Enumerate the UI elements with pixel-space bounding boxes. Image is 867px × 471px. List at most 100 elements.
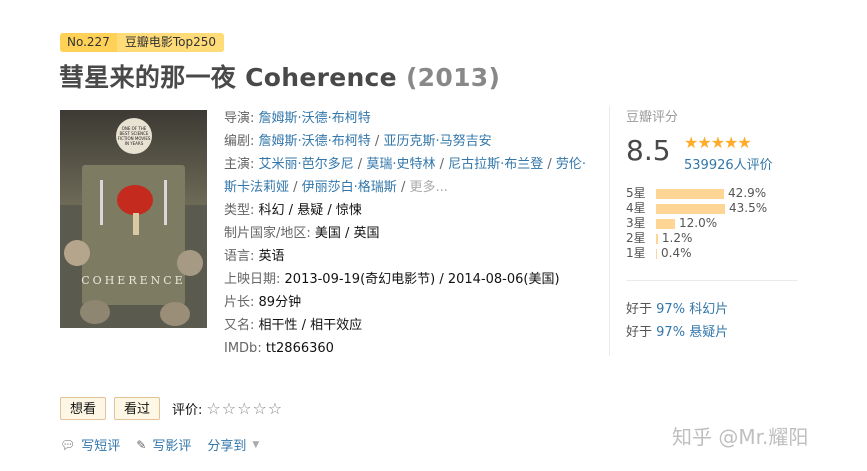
poster-paddle-shape: [117, 185, 153, 215]
rating-bar-fill: [656, 219, 676, 229]
release-row: 上映日期: 2013-09-19(奇幻电影节) / 2014-08-06(美国): [224, 268, 594, 291]
imdb-label: IMDb:: [224, 341, 262, 356]
rating-bar-row: 2星 1.2%: [626, 231, 806, 246]
rating-bar-percent: 12.0%: [679, 216, 718, 230]
separator: /: [284, 203, 298, 218]
poster-paddle-handle: [133, 213, 139, 235]
imdb-value: tt2866360: [265, 341, 334, 356]
poster-title: COHERENCE: [81, 274, 186, 287]
rating-bar-label: 1星: [626, 246, 646, 260]
horizontal-divider: [626, 280, 798, 281]
release-value: 2013-09-19(奇幻电影节) / 2014-08-06(美国): [284, 272, 560, 287]
writer-link[interactable]: 詹姆斯·沃德·布柯特: [259, 134, 371, 149]
writer-link[interactable]: 亚历克斯·马努吉安: [383, 134, 491, 149]
write-review-label: 写影评: [152, 439, 192, 454]
writer-label: 编剧:: [224, 134, 255, 149]
write-short-review-label: 写短评: [81, 439, 121, 454]
rating-label: 豆瓣评分: [626, 110, 679, 125]
cast-row: 主演: 艾米丽·芭尔多尼 / 莫瑞·史特林 / 尼古拉斯·布兰登 / 劳伦·斯卡…: [224, 153, 594, 199]
poster-tagline: ONE OF THE BEST SCIENCE FICTION MOVIES I…: [117, 126, 151, 146]
separator: /: [435, 157, 449, 172]
watermark: 知乎 @Mr.耀阳: [672, 425, 809, 449]
aka-value: 相干性 / 相干效应: [258, 318, 363, 333]
runtime-row: 片长: 89分钟: [224, 291, 594, 314]
movie-year: (2013): [405, 63, 501, 92]
region-label: 制片国家/地区:: [224, 226, 311, 241]
poster-plate-shape: [177, 250, 203, 276]
poster-tagline-badge: ONE OF THE BEST SCIENCE FICTION MOVIES I…: [116, 118, 152, 154]
footer-actions: 💬︎ 写短评 ✎ 写影评 分享到 ▼: [60, 435, 275, 455]
better-than-percent: 97%: [656, 302, 686, 317]
director-link[interactable]: 詹姆斯·沃德·布柯特: [259, 111, 371, 126]
better-than-prefix: 好于: [626, 302, 653, 317]
vertical-divider: [609, 106, 610, 356]
genre-value: 悬疑: [297, 203, 324, 218]
separator: /: [323, 203, 336, 218]
rating-bar-fill: [656, 189, 725, 199]
rating-bar-label: 4星: [626, 201, 646, 215]
cast-link[interactable]: 伊丽莎白·格瑞斯: [302, 180, 397, 195]
rating-bar-percent: 0.4%: [661, 246, 692, 260]
write-short-review-link[interactable]: 💬︎ 写短评: [60, 435, 121, 455]
watched-button[interactable]: 看过: [114, 397, 161, 420]
page-title: 彗星来的那一夜 Coherence (2013): [59, 58, 500, 94]
better-than-suspense: 好于 97% 悬疑片: [626, 321, 728, 340]
better-than-genre-link[interactable]: 悬疑片: [689, 325, 728, 340]
release-label: 上映日期:: [224, 272, 281, 287]
rating-bar-label: 2星: [626, 231, 646, 245]
write-review-link[interactable]: ✎ 写影评: [136, 435, 192, 455]
separator: /: [396, 180, 410, 195]
cast-link[interactable]: 艾米丽·芭尔多尼: [259, 157, 354, 172]
language-row: 语言: 英语: [224, 245, 594, 268]
rating-stars-icon: ★★★★★: [684, 133, 752, 152]
better-than-genre-link[interactable]: 科幻片: [689, 302, 728, 317]
rating-distribution: 5星 42.9% 4星 43.5% 3星 12.0% 2星 1.2% 1星 0.4%: [626, 186, 806, 261]
imdb-row: IMDb: tt2866360: [224, 337, 594, 360]
movie-poster[interactable]: ONE OF THE BEST SCIENCE FICTION MOVIES I…: [60, 110, 207, 328]
poster-plate-shape: [64, 240, 90, 266]
rating-bar-fill: [656, 234, 658, 244]
top250-badge[interactable]: No.227 豆瓣电影Top250: [60, 33, 224, 52]
better-than-scifi: 好于 97% 科幻片: [626, 298, 728, 317]
runtime-value: 89分钟: [258, 295, 302, 310]
rating-bar-fill: [656, 249, 657, 259]
rating-bar-percent: 42.9%: [728, 186, 767, 200]
rank-badge: No.227: [60, 33, 117, 52]
want-to-watch-button[interactable]: 想看: [60, 397, 107, 420]
rating-bar-row: 3星 12.0%: [626, 216, 806, 231]
rate-stars-input[interactable]: ☆☆☆☆☆: [206, 399, 283, 418]
director-row: 导演: 詹姆斯·沃德·布柯特: [224, 107, 594, 130]
share-dropdown[interactable]: 分享到 ▼: [207, 435, 259, 454]
cast-link[interactable]: 尼古拉斯·布兰登: [448, 157, 543, 172]
language-label: 语言:: [224, 249, 255, 264]
separator: /: [543, 157, 556, 172]
rating-bar-percent: 1.2%: [661, 231, 693, 245]
poster-knife-shape: [100, 180, 103, 225]
director-label: 导演:: [224, 111, 255, 126]
aka-row: 又名: 相干性 / 相干效应: [224, 314, 594, 337]
genre-value: 惊悚: [335, 203, 362, 218]
rate-label: 评价:: [172, 403, 203, 418]
movie-info: 导演: 詹姆斯·沃德·布柯特 编剧: 詹姆斯·沃德·布柯特 / 亚历克斯·马努吉…: [224, 107, 594, 360]
top250-list-link[interactable]: 豆瓣电影Top250: [116, 33, 224, 52]
better-than-prefix: 好于: [626, 325, 653, 340]
rating-score: 8.5: [626, 134, 671, 167]
better-than-percent: 97%: [656, 325, 686, 340]
cast-label: 主演:: [224, 157, 255, 172]
poster-plate-shape: [160, 302, 190, 326]
separator: /: [353, 157, 367, 172]
rating-bar-label: 5星: [626, 186, 646, 200]
region-row: 制片国家/地区: 美国 / 英国: [224, 222, 594, 245]
rating-bar-row: 5星 42.9%: [626, 186, 806, 201]
rating-count-link[interactable]: 539926人评价: [684, 154, 773, 173]
movie-title: 彗星来的那一夜 Coherence: [59, 63, 397, 92]
cast-link[interactable]: 莫瑞·史特林: [366, 157, 435, 172]
comment-icon: 💬︎: [60, 437, 76, 452]
rating-bar-label: 3星: [626, 216, 646, 230]
rating-bar-percent: 43.5%: [729, 201, 768, 215]
region-value: 美国 / 英国: [314, 226, 380, 241]
genre-label: 类型:: [224, 203, 255, 218]
poster-fork-shape: [164, 180, 167, 225]
cast-more-link[interactable]: 更多...: [409, 180, 447, 195]
genre-row: 类型: 科幻 / 悬疑 / 惊悚: [224, 199, 594, 222]
